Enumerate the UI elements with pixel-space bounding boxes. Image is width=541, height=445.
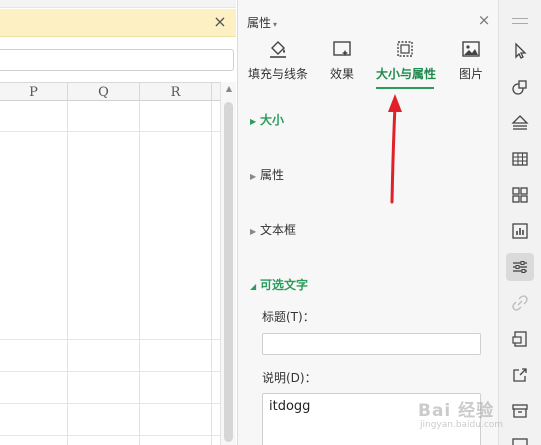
tab-label: 图片 bbox=[458, 67, 483, 81]
watermark-main: Bai 经验 bbox=[418, 401, 495, 421]
grid-line bbox=[0, 131, 220, 132]
tab-effects[interactable]: 效果 bbox=[322, 38, 362, 88]
section-title: 可选文字 bbox=[260, 278, 309, 292]
right-toolbar bbox=[498, 0, 541, 445]
watermark: Bai 经验 jingyan.baidu.com bbox=[410, 396, 520, 436]
alt-title-input[interactable] bbox=[262, 333, 481, 355]
share-button[interactable] bbox=[506, 361, 534, 389]
alt-title-label: 标题(T)： bbox=[262, 310, 315, 324]
select-pointer-icon bbox=[515, 42, 527, 59]
scrollbar-thumb[interactable] bbox=[224, 102, 233, 442]
grid-line bbox=[0, 403, 220, 404]
grid-line bbox=[0, 339, 220, 340]
section-size[interactable]: ▶ 大小 bbox=[250, 111, 284, 128]
collapse-arrow-icon: ◢ bbox=[250, 282, 257, 291]
toolbar-grip[interactable] bbox=[512, 18, 528, 24]
grid-line bbox=[211, 101, 212, 445]
grid-line bbox=[67, 101, 68, 445]
chevron-down-icon: ▾ bbox=[273, 20, 278, 29]
panel-tabs: 填充与线条 效果 大小与属性 图片 bbox=[238, 38, 499, 90]
column-header-Q[interactable]: Q bbox=[68, 83, 140, 102]
expand-arrow-icon: ▶ bbox=[250, 172, 257, 181]
panel-title-dropdown[interactable]: 属性 ▾ bbox=[247, 14, 277, 31]
section-properties[interactable]: ▶ 属性 bbox=[250, 166, 284, 183]
link-icon bbox=[512, 295, 528, 311]
grid-line bbox=[0, 371, 220, 372]
watermark-sub: jingyan.baidu.com bbox=[420, 420, 504, 430]
shapes-button[interactable] bbox=[506, 73, 534, 101]
panel-title: 属性 bbox=[247, 16, 272, 30]
notice-close-icon[interactable]: × bbox=[212, 14, 228, 30]
formula-input[interactable] bbox=[0, 49, 234, 71]
column-header-R[interactable]: R bbox=[140, 83, 212, 102]
tab-picture[interactable]: 图片 bbox=[454, 38, 488, 88]
effects-icon bbox=[333, 41, 351, 56]
active-tab-indicator bbox=[376, 87, 434, 89]
pdf-icon bbox=[512, 331, 527, 347]
top-strip bbox=[0, 0, 236, 8]
layers-icon bbox=[511, 115, 529, 130]
shapes-icon bbox=[512, 80, 527, 95]
tab-label: 大小与属性 bbox=[376, 67, 437, 81]
properties-panel: 属性 ▾ × 填充与线条 效果 大小与属性 图片 ▶ 大小 ▶ 属性 ▶ 文本框… bbox=[237, 0, 498, 445]
picture-icon bbox=[462, 41, 480, 57]
tab-size-and-properties[interactable]: 大小与属性 bbox=[376, 38, 437, 88]
pdf-button[interactable] bbox=[506, 325, 534, 353]
cell-grid[interactable] bbox=[0, 101, 220, 445]
chart-icon bbox=[512, 223, 528, 239]
properties-toggle-button[interactable] bbox=[506, 253, 534, 281]
column-header-P[interactable]: P bbox=[0, 83, 68, 102]
grid-apps-icon bbox=[512, 187, 528, 203]
close-icon[interactable]: × bbox=[476, 12, 492, 28]
grid-line bbox=[0, 435, 220, 436]
annotation-arrow-icon bbox=[388, 94, 402, 204]
section-title: 大小 bbox=[260, 113, 285, 127]
table-button[interactable] bbox=[506, 145, 534, 173]
chart-button[interactable] bbox=[506, 217, 534, 245]
image-icon bbox=[512, 438, 528, 445]
select-pointer-button[interactable] bbox=[506, 37, 534, 65]
expand-arrow-icon: ▶ bbox=[250, 227, 257, 236]
vertical-scrollbar[interactable]: ▲ bbox=[220, 82, 236, 445]
apps-button[interactable] bbox=[506, 181, 534, 209]
tab-label: 填充与线条 bbox=[247, 67, 308, 81]
size-properties-icon bbox=[397, 41, 413, 57]
link-button[interactable] bbox=[506, 289, 534, 317]
grid-line bbox=[139, 101, 140, 445]
section-textbox[interactable]: ▶ 文本框 bbox=[250, 221, 296, 238]
table-icon bbox=[512, 152, 528, 166]
section-title: 属性 bbox=[260, 168, 285, 182]
alt-description-label: 说明(D)： bbox=[262, 371, 317, 385]
column-header-row: P Q R bbox=[0, 82, 220, 102]
spreadsheet-area: × P Q R ▲ bbox=[0, 0, 236, 445]
notice-bar: × bbox=[0, 9, 236, 37]
section-alt-text[interactable]: ◢ 可选文字 bbox=[250, 276, 308, 293]
section-title: 文本框 bbox=[260, 223, 297, 237]
tab-fill-and-line[interactable]: 填充与线条 bbox=[246, 38, 310, 88]
expand-arrow-icon: ▶ bbox=[250, 117, 257, 126]
fill-line-icon bbox=[270, 41, 286, 58]
tab-label: 效果 bbox=[329, 67, 354, 81]
settings-sliders-icon bbox=[513, 261, 527, 273]
scroll-up-icon[interactable]: ▲ bbox=[224, 85, 234, 93]
share-icon bbox=[513, 368, 527, 382]
layers-button[interactable] bbox=[506, 109, 534, 137]
